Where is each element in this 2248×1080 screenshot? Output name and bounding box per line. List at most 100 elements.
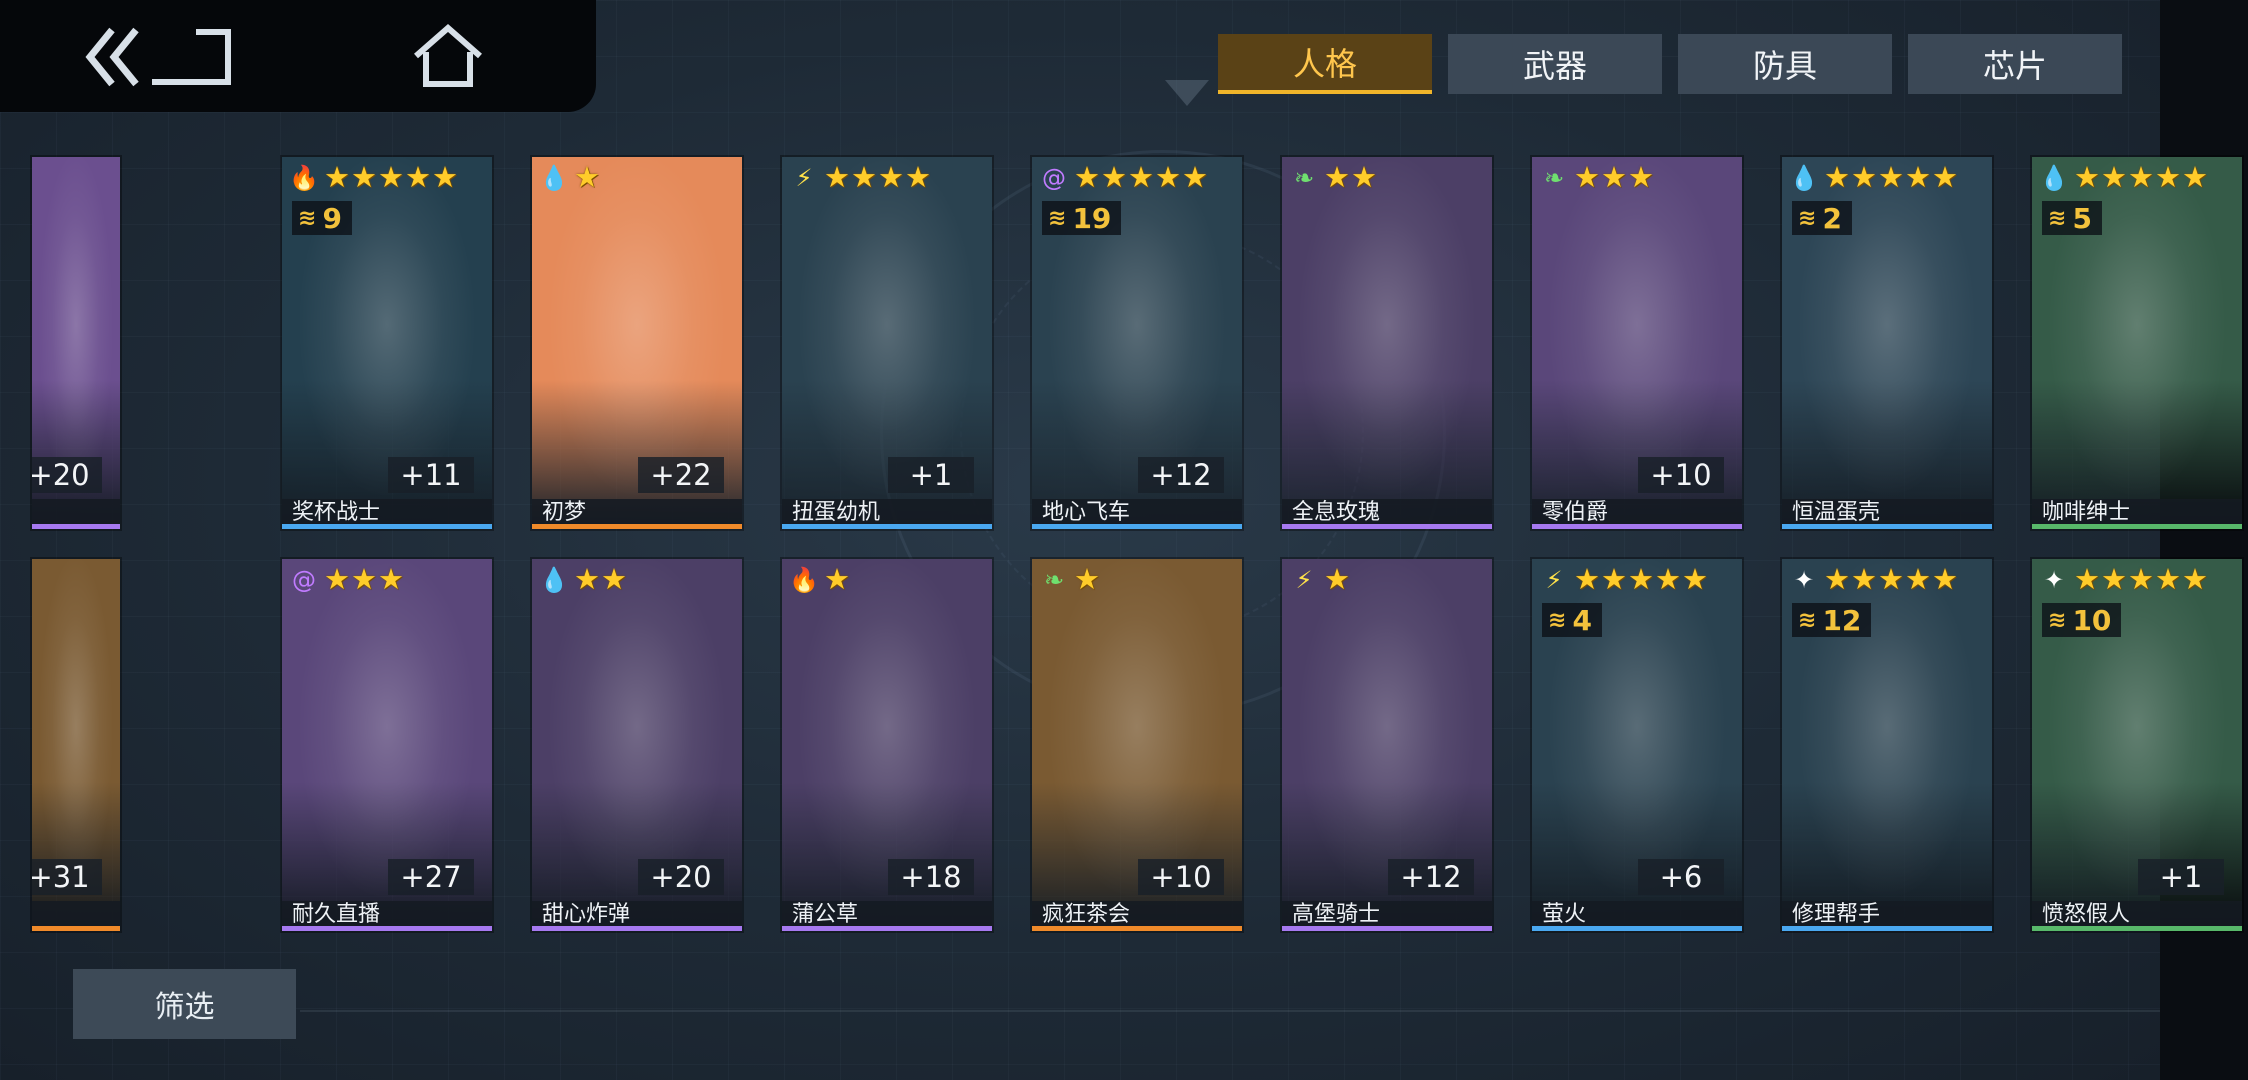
character-card[interactable]: ❧ ★ +10 疯狂茶会	[1030, 557, 1244, 933]
thunder-element-icon: ⚡	[1295, 566, 1313, 594]
stack-icon: ≋	[1798, 205, 1817, 231]
water-element-icon: 💧	[539, 566, 569, 594]
water-element-icon: 💧	[2039, 164, 2069, 192]
level-badge: +6	[1638, 859, 1724, 895]
character-name: 愤怒假人	[2032, 901, 2242, 931]
stack-count: 5	[2072, 201, 2092, 235]
leaf-element-icon: ❧	[1543, 164, 1565, 192]
character-name	[32, 499, 120, 529]
character-name: 咖啡绅士	[2032, 499, 2242, 529]
character-card[interactable]: @ ★★★★★ ≋ 19 +12 地心飞车	[1030, 155, 1244, 531]
spiral-element-icon: @	[292, 566, 316, 594]
character-name	[32, 901, 120, 931]
leaf-element-icon: ❧	[1043, 566, 1065, 594]
character-name: 扭蛋幼机	[782, 499, 992, 529]
star-rating: ★	[824, 562, 851, 596]
character-name: 耐久直播	[282, 901, 492, 931]
character-card[interactable]: +31	[30, 557, 122, 933]
star-rating: ★	[1324, 562, 1351, 596]
light-element-icon: ✦	[2043, 566, 2065, 594]
level-badge: +1	[888, 457, 974, 493]
category-tabs: 人格 武器 防具 芯片	[1218, 34, 2122, 94]
filter-button[interactable]: 筛选	[73, 969, 296, 1039]
star-rating: ★★★★★	[324, 160, 459, 194]
star-rating: ★★★★★	[1824, 562, 1959, 596]
tab-personality[interactable]: 人格	[1218, 34, 1432, 94]
character-name: 疯狂茶会	[1032, 901, 1242, 931]
stack-icon: ≋	[1798, 607, 1817, 633]
character-name: 甜心炸弹	[532, 901, 742, 931]
character-name: 地心飞车	[1032, 499, 1242, 529]
level-badge: +11	[388, 457, 474, 493]
character-card[interactable]: ⚡ ★ +12 高堡骑士	[1280, 557, 1494, 933]
back-button[interactable]	[78, 22, 238, 92]
character-card[interactable]: 💧 ★★ +20 甜心炸弹	[530, 557, 744, 933]
character-portrait	[1282, 157, 1492, 529]
tab-chip[interactable]: 芯片	[1908, 34, 2122, 94]
character-card[interactable]: ⚡ ★★★★★ ≋ 4 +6 萤火	[1530, 557, 1744, 933]
level-badge: +27	[388, 859, 474, 895]
character-name: 奖杯战士	[282, 499, 492, 529]
character-name: 高堡骑士	[1282, 901, 1492, 931]
stack-count-badge: ≋ 2	[1792, 201, 1852, 235]
character-name: 恒温蛋壳	[1782, 499, 1992, 529]
stack-count-badge: ≋ 10	[2042, 603, 2122, 637]
character-card[interactable]: 💧 ★ +22 初梦	[530, 155, 744, 531]
character-card[interactable]: ✦ ★★★★★ ≋ 10 +1 愤怒假人	[2030, 557, 2244, 933]
stack-count-badge: ≋ 12	[1792, 603, 1872, 637]
stack-icon: ≋	[1548, 607, 1567, 633]
character-name: 蒲公草	[782, 901, 992, 931]
level-badge: +31	[32, 859, 102, 895]
character-card[interactable]: 💧 ★★★★★ ≋ 2 恒温蛋壳	[1780, 155, 1994, 531]
character-card[interactable]: 🔥 ★★★★★ ≋ 9 +11 奖杯战士	[280, 155, 494, 531]
tab-armor[interactable]: 防具	[1678, 34, 1892, 94]
star-rating: ★★	[1324, 160, 1378, 194]
water-element-icon: 💧	[539, 164, 569, 192]
level-badge: +10	[1638, 457, 1724, 493]
level-badge: +12	[1388, 859, 1474, 895]
stack-count: 2	[1822, 201, 1842, 235]
character-card[interactable]: ❧ ★★★ +10 零伯爵	[1530, 155, 1744, 531]
character-card[interactable]: 🔥 ★ +18 蒲公草	[780, 557, 994, 933]
tab-weapon[interactable]: 武器	[1448, 34, 1662, 94]
leaf-element-icon: ❧	[1293, 164, 1315, 192]
character-card[interactable]: ❧ ★★ 全息玫瑰	[1280, 155, 1494, 531]
level-badge: +22	[638, 457, 724, 493]
stack-icon: ≋	[298, 205, 317, 231]
stack-count-badge: ≋ 9	[292, 201, 352, 235]
character-card[interactable]: ✦ ★★★★★ ≋ 12 修理帮手	[1780, 557, 1994, 933]
character-card[interactable]: ⚡ ★★★★ +1 扭蛋幼机	[780, 155, 994, 531]
character-card[interactable]: +20	[30, 155, 122, 531]
level-badge: +1	[2138, 859, 2224, 895]
stack-count: 10	[2072, 603, 2112, 637]
level-badge: +18	[888, 859, 974, 895]
home-icon	[414, 24, 482, 87]
stack-icon: ≋	[2048, 205, 2067, 231]
stack-count: 19	[1072, 201, 1112, 235]
star-rating: ★★★★★	[1574, 562, 1709, 596]
character-name: 修理帮手	[1782, 901, 1992, 931]
top-left-bar	[0, 0, 596, 112]
level-badge: +20	[32, 457, 102, 493]
character-name: 全息玫瑰	[1282, 499, 1492, 529]
fire-element-icon: 🔥	[789, 566, 819, 594]
character-card[interactable]: @ ★★★ +27 耐久直播	[280, 557, 494, 933]
level-badge: +10	[1138, 859, 1224, 895]
character-name: 初梦	[532, 499, 742, 529]
star-rating: ★★★★★	[1824, 160, 1959, 194]
character-grid: +20 🔥 ★★★★★ ≋ 9 +11 奖杯战士 💧 ★ +22 初梦 ⚡ ★★★★ +1 扭蛋幼机 @ ★★★…	[30, 155, 2244, 933]
water-element-icon: 💧	[1789, 164, 1819, 192]
home-button[interactable]	[408, 22, 488, 92]
star-rating: ★	[1074, 562, 1101, 596]
character-card[interactable]: 💧 ★★★★★ ≋ 5 咖啡绅士	[2030, 155, 2244, 531]
star-rating: ★★★★	[824, 160, 932, 194]
stack-count-badge: ≋ 5	[2042, 201, 2102, 235]
star-rating: ★★	[574, 562, 628, 596]
stack-count: 9	[322, 201, 342, 235]
thunder-element-icon: ⚡	[795, 164, 813, 192]
stack-icon: ≋	[1048, 205, 1067, 231]
stack-count-badge: ≋ 4	[1542, 603, 1602, 637]
star-rating: ★	[574, 160, 601, 194]
star-rating: ★★★★★	[2074, 562, 2209, 596]
spiral-element-icon: @	[1042, 164, 1066, 192]
